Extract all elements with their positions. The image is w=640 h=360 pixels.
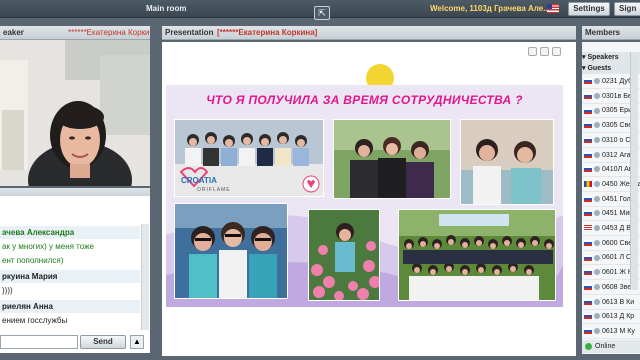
country-flag-icon [584,254,592,261]
webcam-icon [594,269,600,276]
online-status-icon [585,342,592,350]
country-flag-icon [584,239,592,246]
country-flag-icon [584,283,592,290]
webcam-icon [594,181,600,188]
webcam-icon [594,313,600,320]
country-flag-icon [584,195,592,202]
chat-message: ент пополнился) [2,256,64,265]
member-name: 0451 Мин [602,210,634,218]
member-name: 0305 Ериі [602,107,634,115]
chat-log: ачева Александра ак у многих) у меня тож… [0,196,150,353]
country-flag-icon [584,107,592,114]
banner-oriflame-text: ORIFLAME [197,187,231,193]
chat-options-icon[interactable]: ▲ [130,335,144,349]
settings-button[interactable]: Settings [568,2,610,16]
zoom-in-icon[interactable] [528,47,537,56]
chat-author: риелян Анна [0,300,140,313]
room-title: Main room [146,4,187,13]
member-name: 0613 М Ку [602,327,635,335]
country-flag-icon [584,328,592,335]
photo-croatia-group: CROATIA ORIFLAME [174,119,324,197]
member-name: 0613 В Ки [602,298,635,306]
members-header: Members [582,26,640,40]
country-flag-icon [584,181,592,188]
photo-roses [308,209,380,301]
speaker-panel-header: eaker ******Екатерина Коркина [0,26,150,40]
country-flag-icon [584,313,592,320]
speaker-video-frame [0,40,150,186]
country-flag-icon [584,122,592,129]
country-flag-icon [584,151,592,158]
speaker-video [0,40,150,186]
language-flag-icon[interactable] [547,4,559,13]
photo-two-women [460,119,554,205]
slide: ЧТО Я ПОЛУЧИЛА ЗА ВРЕМЯ СОТРУДНИЧЕСТВА ?… [166,85,563,307]
webcam-icon [594,254,600,261]
country-flag-icon [584,298,592,305]
webcam-icon [594,122,600,129]
presenter-name: [******Екатерина Коркина] [217,28,318,37]
country-flag-icon [584,166,592,173]
chat-scrollbar[interactable] [141,224,149,330]
fit-page-icon[interactable] [552,47,561,56]
chat-message: ак у многих) у меня тоже [2,242,94,251]
welcome-text: Welcome, 1103д Грачева Але... [430,4,550,13]
members-scrollbar[interactable] [630,52,638,290]
banner-croatia-text: CROATIA [181,176,217,185]
presentation-header: Presentation [******Екатерина Коркина] [162,26,576,40]
webcam-icon [594,136,600,143]
status-online[interactable]: Online [582,340,640,353]
webcam-icon [594,328,600,335]
photo-three-friends [333,119,451,199]
zoom-out-icon[interactable] [540,47,549,56]
country-flag-icon [584,136,592,143]
country-flag-icon [584,78,592,85]
speaker-name: ******Екатерина Коркина [68,28,150,37]
webcam-icon [594,166,600,173]
chat-message: ением госслужбы [2,316,68,325]
chat-author: ркуина Мария [0,270,140,283]
member-name: 0613 Д Кр [602,313,635,321]
country-flag-icon [584,210,592,217]
webcam-icon [594,239,600,246]
send-button[interactable]: Send [80,335,126,349]
member-name: 0231 Дуб [602,78,632,85]
country-flag-icon [584,225,592,232]
webcam-icon [594,225,600,232]
webcam-icon [594,195,600,202]
webcam-icon [594,283,600,290]
webcam-icon [594,210,600,217]
photo-selfie [174,203,288,299]
fullscreen-icon[interactable]: ⇱ [314,6,330,20]
chat-author: ачева Александра [0,226,140,239]
member-row[interactable]: 0613 Д Кр [582,310,640,325]
webcam-icon [594,78,600,85]
country-flag-icon [584,269,592,276]
sign-out-button[interactable]: Sign [614,2,640,16]
slide-title: ЧТО Я ПОЛУЧИЛА ЗА ВРЕМЯ СОТРУДНИЧЕСТВА ? [206,93,523,107]
webcam-icon [594,107,600,114]
webcam-icon [594,151,600,158]
member-row[interactable]: 0613 М Ку [582,325,640,339]
photo-large-group [398,209,556,301]
webcam-icon [594,298,600,305]
chat-input[interactable] [0,335,78,349]
member-row[interactable]: 0613 В Ки [582,296,640,310]
chat-message: )))) [2,286,13,295]
webcam-icon [594,92,600,99]
country-flag-icon [584,92,592,99]
